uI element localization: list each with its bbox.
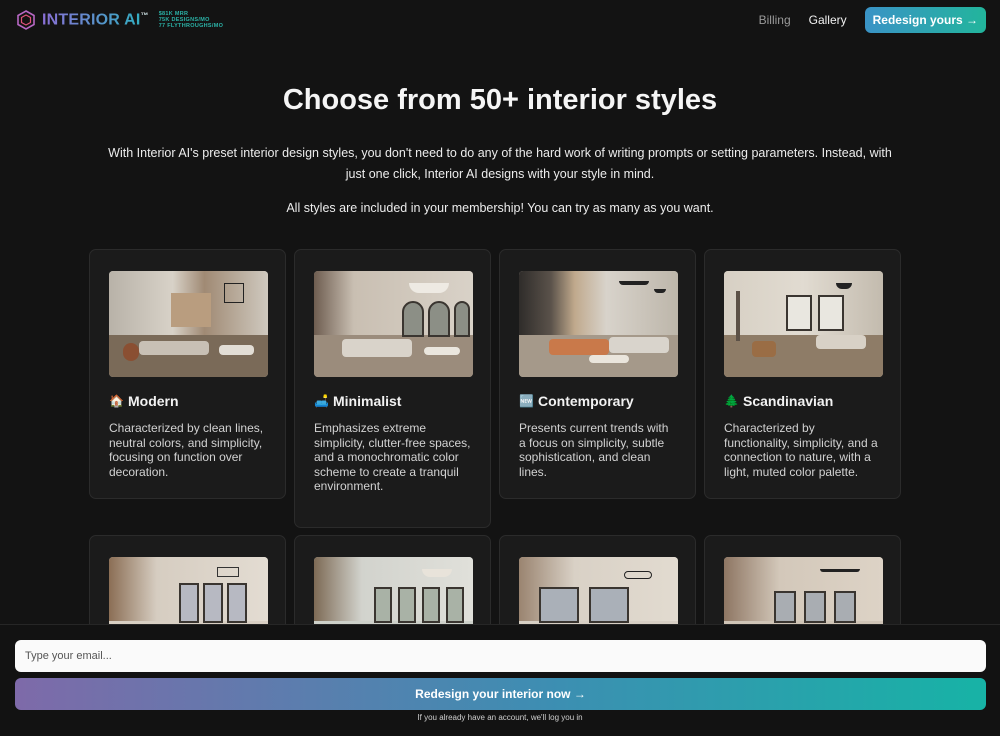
style-image-contemporary <box>519 271 678 377</box>
nav-billing-link[interactable]: Billing <box>759 13 791 27</box>
style-title: 🛋️ Minimalist <box>314 393 402 409</box>
style-card-contemporary[interactable]: 🆕 Contemporary Presents current trends w… <box>499 249 696 499</box>
style-card-modern[interactable]: 🏠 Modern Characterized by clean lines, n… <box>89 249 286 499</box>
style-title: 🆕 Contemporary <box>519 393 634 409</box>
style-description: Emphasizes extreme simplicity, clutter-f… <box>314 421 471 494</box>
style-image-minimalist <box>314 271 473 377</box>
nav-gallery-link[interactable]: Gallery <box>809 13 847 27</box>
logo[interactable]: INTERIOR AI™ $81K MRR 75K DESIGNS/MO 77 … <box>16 10 223 30</box>
hero-note: All styles are included in your membersh… <box>286 201 714 215</box>
style-card-scandinavian[interactable]: 🌲 Scandinavian Characterized by function… <box>704 249 901 499</box>
style-title: 🏠 Modern <box>109 393 179 409</box>
style-description: Characterized by clean lines, neutral co… <box>109 421 264 479</box>
nav-links: Billing Gallery Redesign yours → <box>759 7 986 33</box>
hero-description: With Interior AI's preset interior desig… <box>108 146 892 181</box>
top-navbar: INTERIOR AI™ $81K MRR 75K DESIGNS/MO 77 … <box>0 0 1000 40</box>
signup-footer: Redesign your interior now → If you alre… <box>0 624 1000 736</box>
style-title: 🌲 Scandinavian <box>724 393 834 409</box>
stat-flythroughs: 77 FLYTHROUGHS/MO <box>158 23 224 29</box>
login-note: If you already have an account, we'll lo… <box>417 713 583 722</box>
style-description: Presents current trends with a focus on … <box>519 421 669 479</box>
style-description: Characterized by functionality, simplici… <box>724 421 878 479</box>
style-card-minimalist[interactable]: 🛋️ Minimalist Emphasizes extreme simplic… <box>294 249 491 528</box>
page-title: Choose from 50+ interior styles <box>282 84 718 116</box>
style-image-scandinavian <box>724 271 883 377</box>
couch-icon: 🛋️ <box>314 394 329 408</box>
style-image-modern <box>109 271 268 377</box>
house-icon: 🏠 <box>109 394 124 408</box>
evergreen-tree-icon: 🌲 <box>724 394 739 408</box>
logo-text: INTERIOR AI™ <box>42 10 149 29</box>
hexagon-logo-icon <box>17 10 35 30</box>
new-badge-icon: 🆕 <box>519 394 534 408</box>
redesign-interior-now-button[interactable]: Redesign your interior now → <box>15 678 986 710</box>
redesign-yours-button[interactable]: Redesign yours → <box>864 7 986 33</box>
email-input[interactable] <box>15 640 986 672</box>
logo-stats: $81K MRR 75K DESIGNS/MO 77 FLYTHROUGHS/M… <box>159 11 224 29</box>
